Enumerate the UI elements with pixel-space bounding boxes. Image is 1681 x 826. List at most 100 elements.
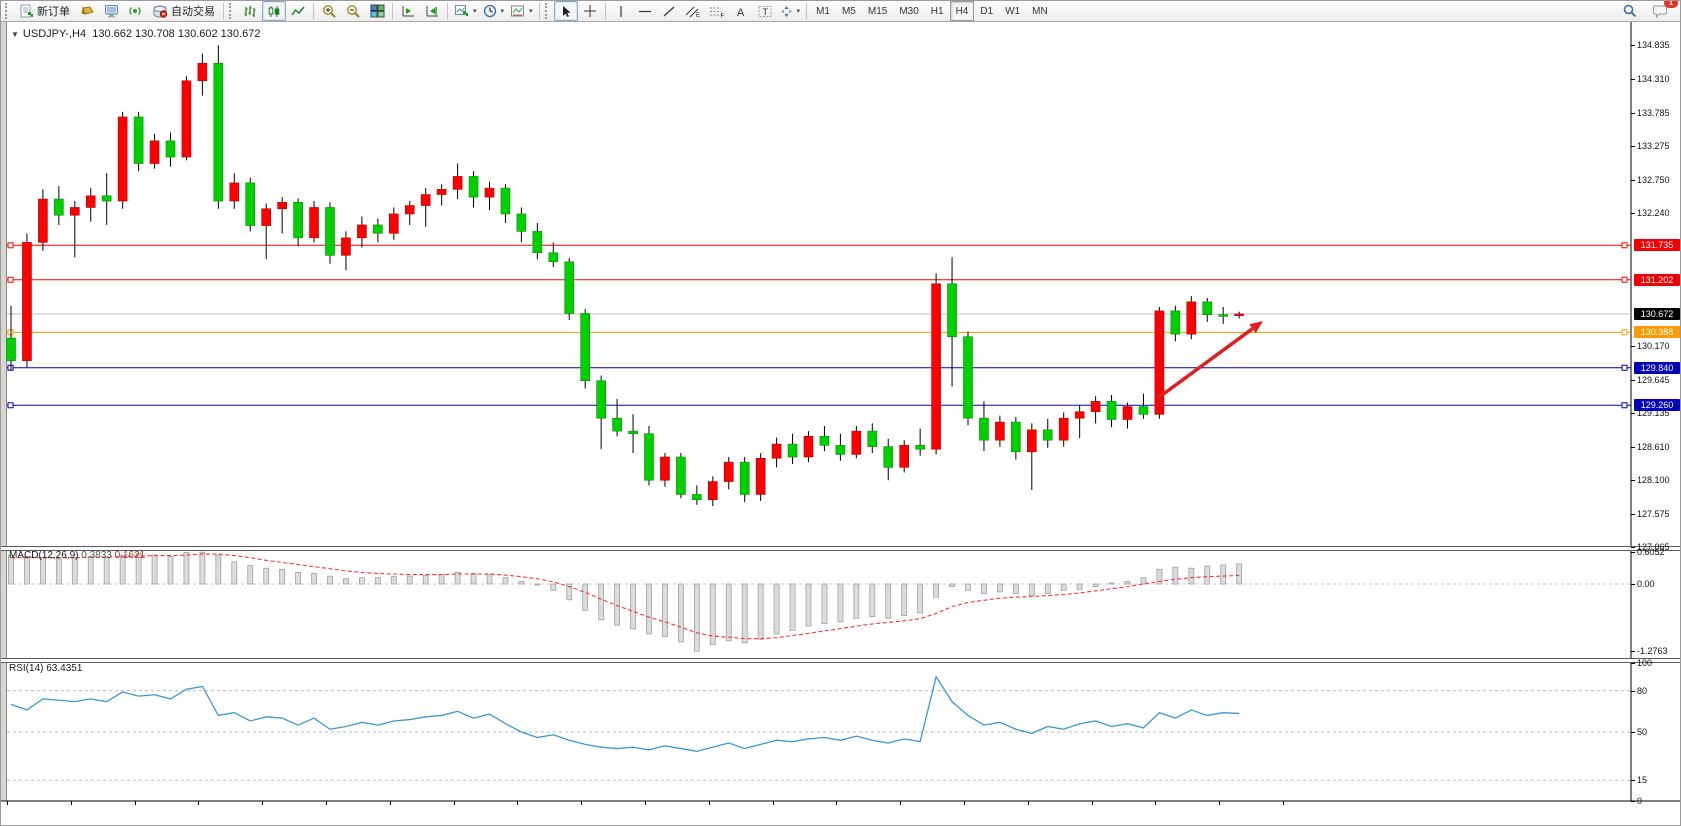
chevron-down-icon[interactable]: ▾ bbox=[501, 7, 505, 15]
macd-bar bbox=[296, 572, 301, 584]
autotrading-button[interactable]: 自动交易 bbox=[147, 1, 220, 21]
market-watch-icon[interactable] bbox=[75, 1, 99, 21]
chart-menu-triangle-icon[interactable]: ▼ bbox=[11, 30, 19, 39]
macd-bar bbox=[615, 584, 620, 625]
macd-bar bbox=[774, 584, 779, 634]
timeframe-d1[interactable]: D1 bbox=[974, 1, 999, 21]
price-flag-130.672: 130.672 bbox=[1634, 308, 1680, 320]
candle bbox=[708, 482, 717, 500]
macd-bar bbox=[1093, 584, 1098, 587]
new-order-button-label: 新订单 bbox=[37, 3, 70, 19]
macd-bar bbox=[806, 584, 811, 626]
macd-bar bbox=[599, 584, 604, 620]
macd-bar bbox=[694, 584, 699, 651]
arrows-button[interactable]: ▾ bbox=[777, 1, 804, 21]
macd-bar bbox=[264, 568, 269, 584]
timeframe-m5[interactable]: M5 bbox=[836, 1, 862, 21]
timeframe-mn[interactable]: MN bbox=[1026, 1, 1054, 21]
timeframe-h4[interactable]: H4 bbox=[950, 1, 975, 21]
chevron-down-icon[interactable]: ▾ bbox=[473, 7, 477, 15]
macd-bar bbox=[56, 559, 61, 584]
bar-chart-icon[interactable] bbox=[238, 1, 262, 21]
chart-auto-scroll-icon[interactable] bbox=[420, 1, 444, 21]
mt4-window: 新订单 自动交易 ▾ ▾ ▾ EFAT ▾ M1M5M15M30H1H4D1W1MN 1 ▼U… bbox=[0, 0, 1681, 826]
timeframe-m15[interactable]: M15 bbox=[862, 1, 893, 21]
macd-bar bbox=[662, 584, 667, 637]
macd-bar bbox=[742, 584, 747, 643]
macd-bar bbox=[838, 584, 843, 622]
chart-shift-end-icon[interactable] bbox=[396, 1, 420, 21]
chart-title-ohlc: 130.662 130.708 130.602 130.672 bbox=[92, 28, 260, 40]
candle bbox=[916, 445, 925, 449]
tile-windows-icon[interactable] bbox=[365, 1, 389, 21]
price-chart[interactable] bbox=[1, 22, 1681, 821]
terminal-icon[interactable] bbox=[99, 1, 123, 21]
candle bbox=[1235, 314, 1244, 316]
timeframe-h1[interactable]: H1 bbox=[925, 1, 950, 21]
candle bbox=[1059, 418, 1068, 440]
signals-icon[interactable] bbox=[123, 1, 147, 21]
macd-bar bbox=[1221, 565, 1226, 584]
svg-text:E: E bbox=[696, 13, 700, 18]
price-tick: 128.100 bbox=[1637, 475, 1670, 485]
rsi-tick: 50 bbox=[1637, 727, 1647, 737]
candle bbox=[22, 242, 31, 360]
chevron-down-icon[interactable]: ▾ bbox=[797, 7, 801, 15]
cursor-icon[interactable] bbox=[554, 1, 578, 21]
timeframe-m30[interactable]: M30 bbox=[893, 1, 924, 21]
chart-area: ▼USDJPY-,H4 130.662 130.708 130.602 130.… bbox=[1, 22, 1681, 826]
macd-bar bbox=[981, 584, 986, 593]
candle bbox=[326, 207, 335, 255]
toolbar-separator bbox=[605, 3, 606, 19]
price-flag-131.735: 131.735 bbox=[1634, 239, 1680, 251]
crosshair-icon[interactable] bbox=[578, 1, 602, 21]
macd-bar bbox=[423, 576, 428, 584]
candle bbox=[932, 284, 941, 449]
horizontal-line-icon[interactable] bbox=[633, 1, 657, 21]
macd-label: MACD(12,26,9) 0.3833 0.1621 bbox=[9, 550, 145, 561]
line-chart-icon[interactable] bbox=[286, 1, 310, 21]
macd-bar bbox=[407, 576, 412, 584]
macd-bar bbox=[248, 566, 253, 584]
rsi-tick: 0 bbox=[1637, 796, 1642, 806]
macd-tick: 0.00 bbox=[1637, 579, 1655, 589]
chat-icon[interactable]: 1 bbox=[1648, 1, 1672, 21]
price-tick: 132.750 bbox=[1637, 175, 1670, 185]
toolbar-grip[interactable] bbox=[229, 3, 236, 19]
timeframe-w1[interactable]: W1 bbox=[999, 1, 1026, 21]
new-order-button[interactable]: 新订单 bbox=[14, 1, 75, 21]
candle bbox=[995, 422, 1004, 440]
candle bbox=[453, 176, 462, 189]
timeframe-m1[interactable]: M1 bbox=[810, 1, 836, 21]
toolbar-grip[interactable] bbox=[545, 3, 552, 19]
candle bbox=[1091, 401, 1100, 411]
pane-splitter-rsi[interactable] bbox=[1, 658, 1681, 663]
new-chart-button[interactable]: ▾ bbox=[451, 1, 480, 21]
candle bbox=[1027, 430, 1036, 452]
pane-splitter-macd[interactable] bbox=[1, 546, 1681, 551]
candle bbox=[118, 117, 127, 201]
macd-bar bbox=[439, 575, 444, 584]
macd-bar bbox=[375, 578, 380, 584]
templates-button[interactable]: ▾ bbox=[507, 1, 536, 21]
candle bbox=[166, 141, 175, 157]
text-label-icon[interactable]: T bbox=[753, 1, 777, 21]
periods-button[interactable]: ▾ bbox=[480, 1, 508, 21]
search-icon[interactable] bbox=[1618, 1, 1642, 21]
toolbar-separator bbox=[806, 3, 807, 19]
macd-value-main: 0.3833 bbox=[81, 550, 112, 561]
macd-bar bbox=[886, 584, 891, 618]
text-icon[interactable]: A bbox=[729, 1, 753, 21]
trendline-icon[interactable] bbox=[657, 1, 681, 21]
zoom-out-icon[interactable] bbox=[341, 1, 365, 21]
chart-title[interactable]: ▼USDJPY-,H4 130.662 130.708 130.602 130.… bbox=[11, 28, 260, 40]
toolbar-grip[interactable] bbox=[5, 3, 12, 19]
candlestick-icon[interactable] bbox=[262, 1, 286, 21]
equidistant-channel-icon[interactable]: E bbox=[681, 1, 705, 21]
fibonacci-icon[interactable]: F bbox=[705, 1, 729, 21]
zoom-in-icon[interactable] bbox=[317, 1, 341, 21]
vertical-line-icon[interactable] bbox=[609, 1, 633, 21]
chevron-down-icon[interactable]: ▾ bbox=[529, 7, 533, 15]
candle bbox=[788, 444, 797, 457]
macd-bar bbox=[168, 557, 173, 584]
